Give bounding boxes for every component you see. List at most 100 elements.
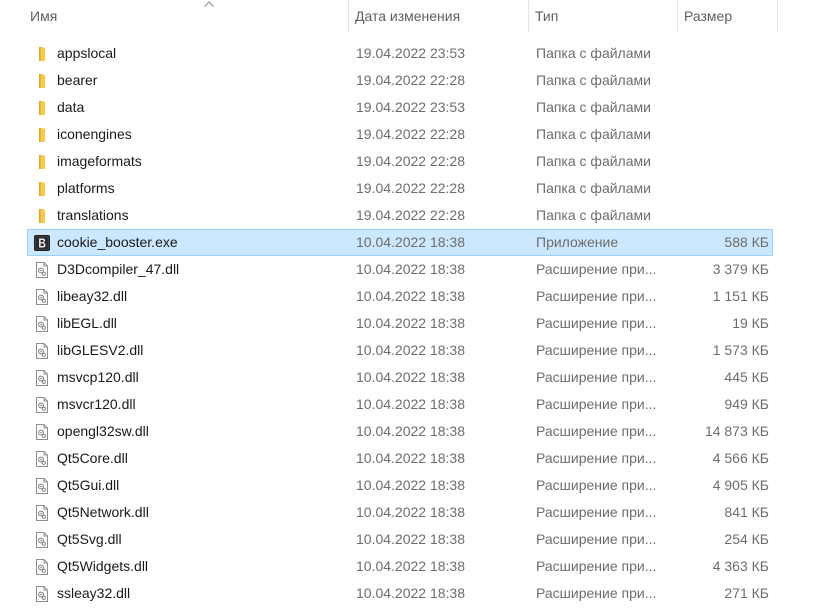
file-name: Qt5Gui.dll [57, 477, 120, 493]
column-header-date[interactable]: Дата изменения [349, 0, 529, 33]
file-size: 588 КБ [724, 234, 769, 250]
file-type: Расширение при... [536, 342, 657, 358]
file-row[interactable]: msvcp120.dll 10.04.2022 18:38 Расширение п… [27, 364, 773, 391]
file-name: libEGL.dll [57, 315, 117, 331]
file-row[interactable]: libGLESV2.dll 10.04.2022 18:38 Расширение … [27, 337, 773, 364]
column-header-name[interactable]: Имя [24, 0, 349, 33]
column-header-type[interactable]: Тип [529, 0, 678, 33]
dll-icon [36, 559, 48, 575]
file-row[interactable]: translations 19.04.2022 22:28 Папка с файл… [27, 202, 773, 229]
file-date: 10.04.2022 18:38 [356, 585, 465, 601]
file-row[interactable]: D3Dcompiler_47.dll 10.04.2022 18:38 Расшир… [27, 256, 773, 283]
file-date: 10.04.2022 18:38 [356, 423, 465, 439]
file-size [668, 41, 769, 66]
file-row[interactable]: bearer 19.04.2022 22:28 Папка с файлами [27, 67, 773, 94]
sort-up-icon [204, 1, 214, 7]
dll-icon [36, 397, 48, 413]
file-date: 10.04.2022 18:38 [356, 504, 465, 520]
file-type: Расширение при... [536, 396, 657, 412]
file-name: libGLESV2.dll [57, 342, 144, 358]
file-type: Приложение [536, 234, 619, 250]
file-type: Расширение при... [536, 315, 657, 331]
file-row[interactable]: Qt5Network.dll 10.04.2022 18:38 Расширение… [27, 499, 773, 526]
dll-icon [36, 505, 48, 521]
file-row[interactable]: libEGL.dll 10.04.2022 18:38 Расширение при… [27, 310, 773, 337]
app-icon [34, 235, 50, 251]
dll-icon [36, 424, 48, 440]
file-size: 1 151 КБ [712, 288, 769, 304]
dll-icon [36, 451, 48, 467]
dll-icon [36, 586, 48, 602]
file-size [668, 122, 769, 147]
file-type: Папка с файлами [536, 126, 651, 142]
file-row[interactable]: Qt5Core.dll 10.04.2022 18:38 Расширение пр… [27, 445, 773, 472]
column-header-size[interactable]: Размер [678, 0, 778, 33]
file-type: Расширение при... [536, 369, 657, 385]
dll-icon [36, 343, 48, 359]
file-date: 19.04.2022 23:53 [356, 99, 465, 115]
file-type: Папка с файлами [536, 99, 651, 115]
file-type: Папка с файлами [536, 207, 651, 223]
file-size: 254 КБ [724, 531, 769, 547]
file-date: 10.04.2022 18:38 [356, 234, 465, 250]
file-size: 271 КБ [724, 585, 769, 601]
file-size [668, 95, 769, 120]
file-date: 19.04.2022 22:28 [356, 180, 465, 196]
file-row[interactable]: opengl32sw.dll 10.04.2022 18:38 Расширение… [27, 418, 773, 445]
file-name: cookie_booster.exe [57, 234, 178, 250]
file-size: 4 363 КБ [712, 558, 769, 574]
file-row[interactable]: Qt5Gui.dll 10.04.2022 18:38 Расширение при… [27, 472, 773, 499]
file-size [668, 149, 769, 174]
file-type: Папка с файлами [536, 45, 651, 61]
file-size: 19 КБ [732, 315, 769, 331]
file-row[interactable]: Qt5Svg.dll 10.04.2022 18:38 Расширение при… [27, 526, 773, 553]
file-type: Расширение при... [536, 558, 657, 574]
column-header-size-label: Размер [684, 8, 733, 24]
dll-icon [36, 478, 48, 494]
file-date: 19.04.2022 22:28 [356, 207, 465, 223]
file-size: 14 873 КБ [704, 423, 769, 439]
folder-icon [39, 182, 45, 196]
dll-icon [36, 289, 48, 305]
file-size: 949 КБ [724, 396, 769, 412]
file-row[interactable]: data 19.04.2022 23:53 Папка с файлами [27, 94, 773, 121]
file-type: Папка с файлами [536, 153, 651, 169]
file-size: 841 КБ [724, 504, 769, 520]
file-type: Расширение при... [536, 450, 657, 466]
file-size: 4 566 КБ [712, 450, 769, 466]
file-row[interactable]: appslocal 19.04.2022 23:53 Папка с файлами [27, 40, 773, 67]
file-name: platforms [57, 180, 115, 196]
file-row[interactable]: imageformats 19.04.2022 22:28 Папка с файл… [27, 148, 773, 175]
file-date: 10.04.2022 18:38 [356, 261, 465, 277]
column-header-name-label: Имя [30, 8, 58, 24]
file-date: 19.04.2022 23:53 [356, 45, 465, 61]
file-list-view: Имя Дата изменения Тип Размер appslocal 1… [0, 0, 814, 612]
file-size: 445 КБ [724, 369, 769, 385]
file-size: 4 905 КБ [712, 477, 769, 493]
file-name: msvcr120.dll [57, 396, 136, 412]
file-row[interactable]: iconengines 19.04.2022 22:28 Папка с файла… [27, 121, 773, 148]
file-size: 3 379 КБ [712, 261, 769, 277]
file-date: 19.04.2022 22:28 [356, 153, 465, 169]
file-type: Расширение при... [536, 423, 657, 439]
file-row[interactable]: libeay32.dll 10.04.2022 18:38 Расширение п… [27, 283, 773, 310]
dll-icon [36, 262, 48, 278]
folder-icon [39, 209, 45, 223]
file-date: 10.04.2022 18:38 [356, 450, 465, 466]
file-row[interactable]: ssleay32.dll 10.04.2022 18:38 Расширение п… [27, 580, 773, 607]
file-name: D3Dcompiler_47.dll [57, 261, 180, 277]
file-date: 19.04.2022 22:28 [356, 126, 465, 142]
file-type: Папка с файлами [536, 72, 651, 88]
file-name: msvcp120.dll [57, 369, 139, 385]
file-row[interactable]: msvcr120.dll 10.04.2022 18:38 Расширение п… [27, 391, 773, 418]
dll-icon [36, 316, 48, 332]
file-name: Qt5Svg.dll [57, 531, 122, 547]
file-row[interactable]: cookie_booster.exe 10.04.2022 18:38 Прилож… [27, 229, 773, 256]
file-size [668, 203, 769, 228]
file-row[interactable]: Qt5Widgets.dll 10.04.2022 18:38 Расширение… [27, 553, 773, 580]
file-row[interactable]: platforms 19.04.2022 22:28 Папка с файлами [27, 175, 773, 202]
file-size [668, 68, 769, 93]
file-date: 10.04.2022 18:38 [356, 342, 465, 358]
file-date: 10.04.2022 18:38 [356, 288, 465, 304]
folder-icon [39, 74, 45, 88]
